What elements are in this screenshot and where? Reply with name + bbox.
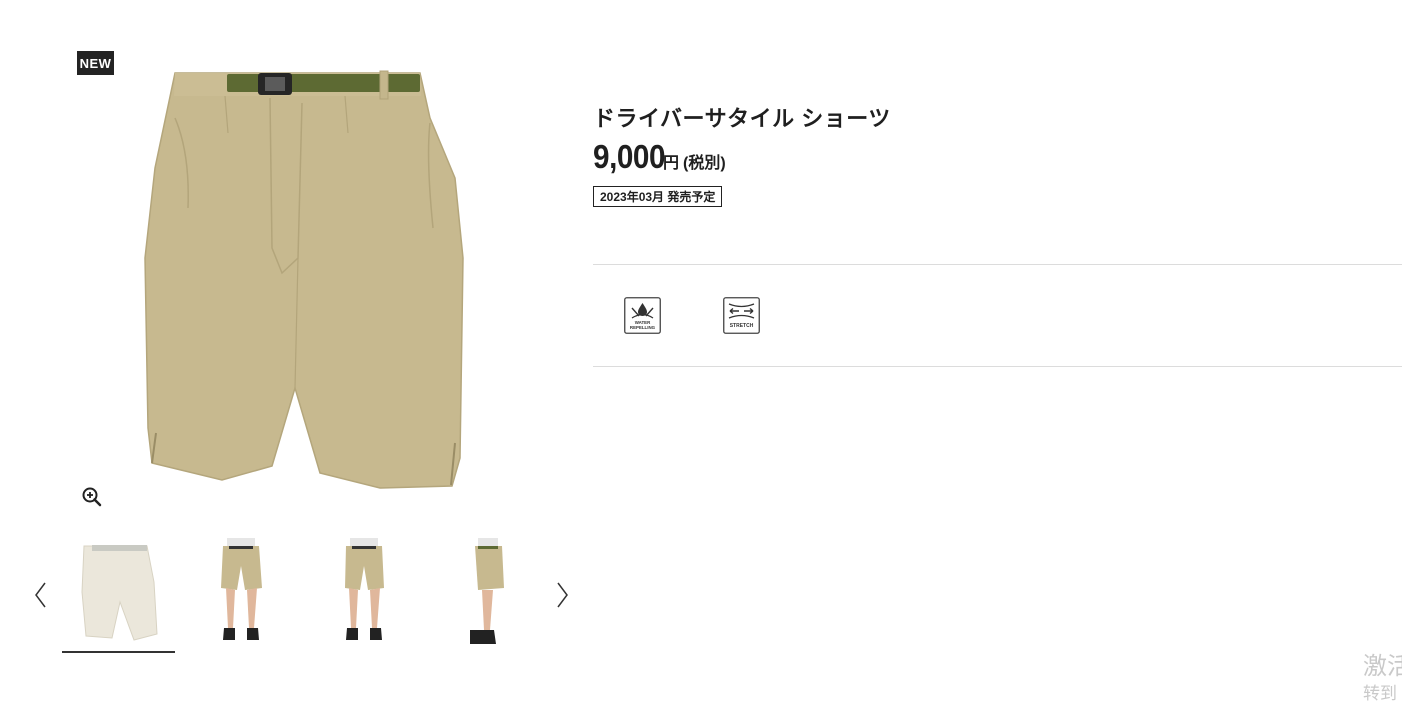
- thumbnail-ivory-shorts[interactable]: [62, 532, 174, 648]
- thumbnail-front-model[interactable]: [185, 532, 297, 648]
- water-repelling-icon: WATER REPELLING: [624, 297, 661, 334]
- stretch-icon: STRETCH: [723, 297, 760, 334]
- product-title: ドライバーサタイル ショーツ: [593, 106, 891, 131]
- product-page: NEW ドライバーサタイル ショーツ 9,000 円 (税別) 2023年03月…: [0, 0, 1402, 710]
- carousel-next-icon[interactable]: [554, 580, 570, 610]
- carousel-prev-icon[interactable]: [33, 580, 49, 610]
- tax-note: (税別): [683, 155, 726, 172]
- thumbnail-front-model-2[interactable]: [308, 532, 420, 648]
- activation-watermark-line1: 激活: [1363, 653, 1402, 680]
- activation-watermark-line2: 转到: [1363, 684, 1397, 703]
- water-label-line2: REPELLING: [630, 325, 656, 330]
- stretch-label: STRETCH: [730, 323, 754, 329]
- release-date-badge: 2023年03月 発売予定: [593, 186, 723, 207]
- divider-top: [593, 264, 1402, 265]
- price-value: 9,000: [593, 138, 666, 175]
- main-product-image[interactable]: [130, 58, 480, 498]
- zoom-in-icon[interactable]: [81, 486, 103, 508]
- divider-bottom: [593, 366, 1402, 367]
- new-badge: NEW: [77, 51, 114, 75]
- thumbnail-selected-indicator: [62, 651, 175, 653]
- price-unit: 円: [663, 155, 680, 172]
- price-row: 9,000 円 (税別): [593, 138, 726, 176]
- thumbnail-side-model[interactable]: [430, 532, 542, 648]
